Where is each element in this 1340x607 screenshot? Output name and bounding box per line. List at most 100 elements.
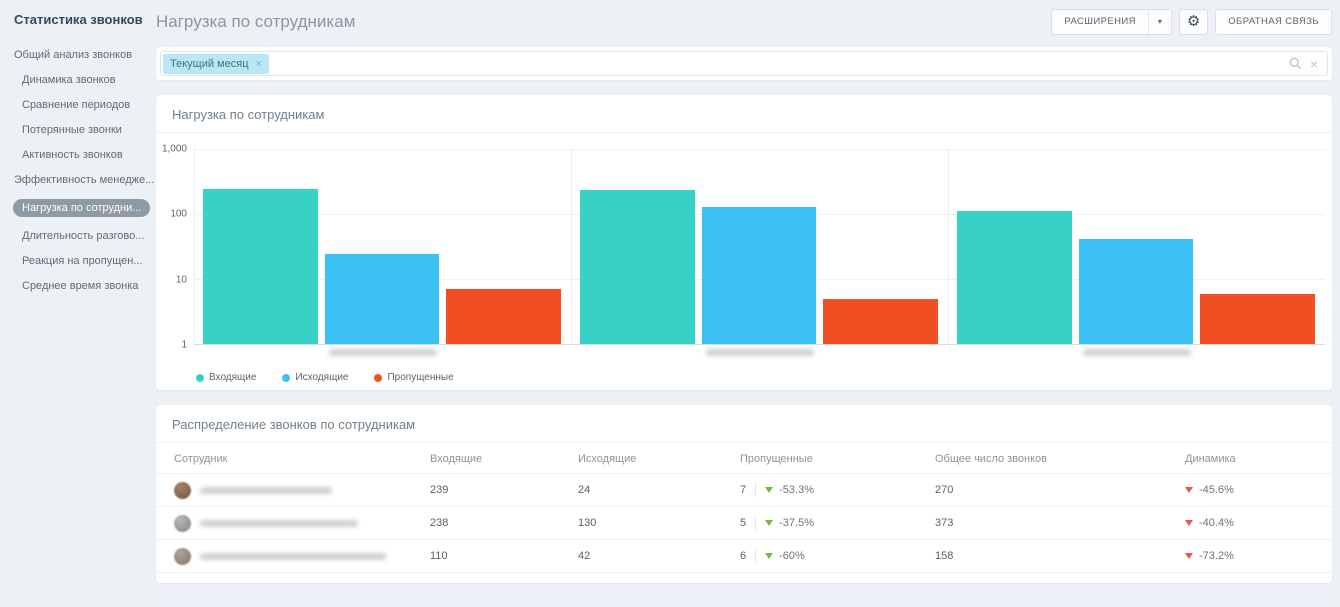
dynamics-change: -45.6% (1199, 484, 1234, 496)
legend-item[interactable]: Пропущенные (374, 372, 454, 383)
incoming-cell: 239 (430, 484, 449, 496)
sidebar-item-label: Динамика звонков (22, 74, 116, 86)
sidebar-item-label: Среднее время звонка (22, 280, 139, 292)
app-root: Статистика звонков Общий анализ звонков Д… (0, 0, 1340, 607)
sidebar-item[interactable]: Длительность разгово... (14, 230, 144, 242)
x-axis-label-blurred (1083, 349, 1191, 356)
y-axis-tick: 1,000 (161, 143, 187, 155)
missed-change: -53.3% (779, 484, 814, 496)
bar-group (195, 149, 571, 356)
sidebar-item-label: Потерянные звонки (22, 124, 122, 136)
trend-down-icon (765, 553, 774, 559)
total-cell: 158 (935, 550, 954, 562)
sidebar-item[interactable]: Нагрузка по сотрудни... (13, 199, 151, 217)
employee-cell (156, 547, 430, 565)
bar-Исходящие[interactable] (324, 254, 440, 344)
incoming-cell: 238 (430, 517, 449, 529)
divider (755, 516, 757, 530)
bar-Входящие[interactable] (580, 189, 695, 344)
table-body: 239 24 7 -53.3% 270 -45.6% 238 130 5 -37.5% 373 -40… (156, 474, 1332, 573)
chart-panel-title: Нагрузка по сотрудникам (156, 95, 1332, 133)
missed-value: 6 (740, 550, 747, 562)
column-header[interactable]: Входящие (430, 453, 578, 465)
outgoing-cell: 42 (578, 550, 591, 562)
legend-dot (196, 373, 204, 382)
missed-change: -37.5% (779, 517, 814, 529)
chart-plot (194, 149, 1325, 356)
sidebar-title: Статистика звонков (14, 12, 143, 27)
employee-name-blurred (200, 552, 386, 560)
missed-cell: 7 -53.3% (740, 483, 935, 497)
filter-icons: × (1289, 57, 1318, 71)
legend-label: Исходящие (295, 372, 349, 383)
chevron-down-icon[interactable]: ▾ (1147, 9, 1171, 34)
sidebar-item-label: Активность звонков (22, 149, 123, 161)
sidebar-item-label: Эффективность менедже... (14, 174, 155, 186)
column-header[interactable]: Исходящие (578, 453, 740, 465)
sidebar-item[interactable]: Среднее время звонка (14, 280, 144, 292)
missed-change: -60% (779, 550, 805, 562)
sidebar-item[interactable]: Эффективность менедже... (14, 174, 154, 186)
bar-Исходящие[interactable] (701, 206, 817, 344)
page-title: Нагрузка по сотрудникам (156, 11, 356, 31)
sidebar: Статистика звонков Общий анализ звонков Д… (0, 0, 154, 607)
trend-down-icon (765, 520, 774, 526)
sidebar-item-label: Нагрузка по сотрудни... (13, 199, 151, 217)
bar-Исходящие[interactable] (1078, 238, 1194, 344)
table-row[interactable]: 110 42 6 -60% 158 -73.2% (156, 540, 1332, 573)
legend-label: Входящие (209, 372, 257, 383)
extensions-button[interactable]: РАСШИРЕНИЯ ▾ (1051, 8, 1173, 35)
column-header[interactable]: Пропущенные (740, 453, 935, 465)
dynamics-change: -40.4% (1199, 517, 1234, 529)
sidebar-item[interactable]: Активность звонков (14, 149, 144, 161)
bar-Входящие[interactable] (957, 211, 1072, 344)
legend-item[interactable]: Входящие (196, 372, 256, 383)
bar-Пропущенные[interactable] (446, 289, 562, 344)
total-cell: 270 (935, 484, 954, 496)
gear-icon: ⚙ (1186, 13, 1201, 30)
bar-group (571, 149, 948, 356)
table-row[interactable]: 239 24 7 -53.3% 270 -45.6% (156, 474, 1332, 507)
settings-button[interactable]: ⚙ (1179, 8, 1209, 35)
sidebar-nav: Общий анализ звонков Динамика звонков Срав… (13, 49, 154, 292)
legend-dot (282, 373, 291, 382)
employee-cell (156, 481, 430, 499)
column-header[interactable]: Общее число звонков (935, 453, 1185, 465)
missed-cell: 6 -60% (740, 549, 935, 563)
bar-Входящие[interactable] (203, 189, 318, 344)
sidebar-item[interactable]: Динамика звонков (14, 74, 144, 86)
y-axis-tick: 1 (181, 339, 187, 351)
trend-down-icon (1185, 553, 1193, 559)
missed-value: 7 (740, 484, 747, 496)
bar-Пропущенные[interactable] (823, 298, 939, 344)
y-axis-tick: 10 (175, 274, 187, 286)
legend-label: Пропущенные (387, 372, 454, 383)
column-header[interactable]: Сотрудник (156, 453, 430, 465)
sidebar-item[interactable]: Сравнение периодов (14, 99, 144, 111)
x-axis-label-blurred (706, 349, 814, 356)
missed-value: 5 (740, 517, 747, 529)
feedback-button[interactable]: ОБРАТНАЯ СВЯЗЬ (1215, 8, 1332, 35)
total-cell: 373 (935, 517, 954, 529)
clear-filter-icon[interactable]: × (1310, 57, 1318, 71)
legend-item[interactable]: Исходящие (282, 372, 348, 383)
sidebar-item[interactable]: Реакция на пропущен... (14, 255, 144, 267)
remove-filter-icon[interactable]: × (256, 58, 262, 70)
table-row[interactable]: 238 130 5 -37.5% 373 -40.4% (156, 507, 1332, 540)
chart-legend: Входящие Исходящие Пропущенные (196, 372, 1332, 383)
bar-Пропущенные[interactable] (1200, 293, 1316, 344)
search-icon[interactable] (1289, 57, 1302, 70)
x-axis-label-blurred (329, 349, 437, 356)
filter-panel: Текущий месяц × × (156, 47, 1332, 80)
sidebar-item[interactable]: Потерянные звонки (14, 124, 144, 136)
employee-name-blurred (200, 486, 332, 494)
column-header[interactable]: Динамика (1185, 453, 1332, 465)
missed-cell: 5 -37.5% (740, 516, 935, 530)
employee-cell (156, 514, 430, 532)
topbar-actions: РАСШИРЕНИЯ ▾ ⚙ ОБРАТНАЯ СВЯЗЬ (1051, 8, 1332, 35)
table-panel-title: Распределение звонков по сотрудникам (156, 405, 1332, 443)
filter-input[interactable]: Текущий месяц × × (160, 51, 1328, 76)
legend-dot (374, 373, 383, 382)
trend-down-icon (1185, 487, 1193, 493)
sidebar-item[interactable]: Общий анализ звонков (14, 49, 144, 61)
